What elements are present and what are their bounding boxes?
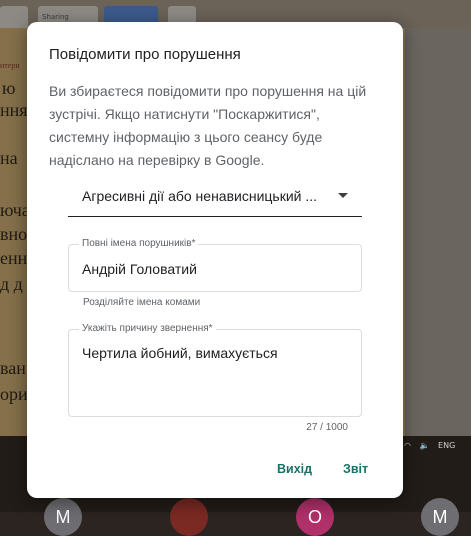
participant-avatar[interactable]: О	[296, 498, 334, 536]
abuse-category-value: Агресивні дії або ненависницький ...	[82, 188, 318, 204]
doc-text-fragment: юча	[0, 200, 30, 220]
side-panel	[405, 28, 471, 436]
offender-names-field[interactable]: Повні імена порушників* Андрій Головатий	[68, 238, 362, 292]
participant-avatar[interactable]	[170, 498, 208, 536]
dropdown-arrow-icon	[338, 193, 348, 198]
cancel-button[interactable]: Вихід	[277, 462, 312, 476]
browser-tab[interactable]	[0, 6, 28, 28]
doc-text-fragment: ван	[0, 358, 26, 378]
doc-text-fragment: ори	[0, 384, 28, 404]
doc-text-fragment: енн	[0, 248, 28, 268]
dialog-title: Повідомити про порушення	[49, 46, 241, 63]
character-counter: 27 / 1000	[306, 422, 348, 433]
doc-text-fragment: вно	[0, 224, 28, 244]
doc-text-fragment: на	[0, 148, 18, 168]
doc-text-fragment: д д	[0, 274, 23, 294]
offender-names-hint: Розділяйте імена комами	[83, 297, 201, 308]
system-tray: ◠ 🔈 ENG	[404, 438, 455, 454]
language-indicator[interactable]: ENG	[438, 441, 455, 450]
report-reason-label: Укажіть причину звернення*	[79, 323, 216, 335]
participant-avatar[interactable]: M	[44, 498, 82, 536]
report-reason-field[interactable]: Укажіть причину звернення* Чертила йобни…	[68, 323, 362, 417]
doc-header-fragment: итери	[0, 61, 20, 70]
abuse-category-select[interactable]: Агресивні дії або ненависницький ...	[68, 176, 362, 217]
doc-text-fragment: ю	[2, 78, 16, 98]
offender-names-input[interactable]: Андрій Головатий	[82, 261, 197, 277]
volume-icon[interactable]: 🔈	[420, 441, 430, 450]
doc-text-fragment: ння	[0, 100, 28, 120]
report-reason-textarea[interactable]: Чертила йобний, вимахується	[82, 345, 278, 361]
dialog-description: Ви збираєтеся повідомити про порушення н…	[49, 83, 367, 168]
submit-report-button[interactable]: Звіт	[343, 462, 368, 476]
offender-names-label: Повні імена порушників*	[79, 238, 199, 250]
participant-avatar[interactable]: M	[421, 498, 459, 536]
report-abuse-dialog: Повідомити про порушення Ви збираєтеся п…	[27, 22, 403, 498]
wifi-icon[interactable]: ◠	[404, 441, 411, 450]
